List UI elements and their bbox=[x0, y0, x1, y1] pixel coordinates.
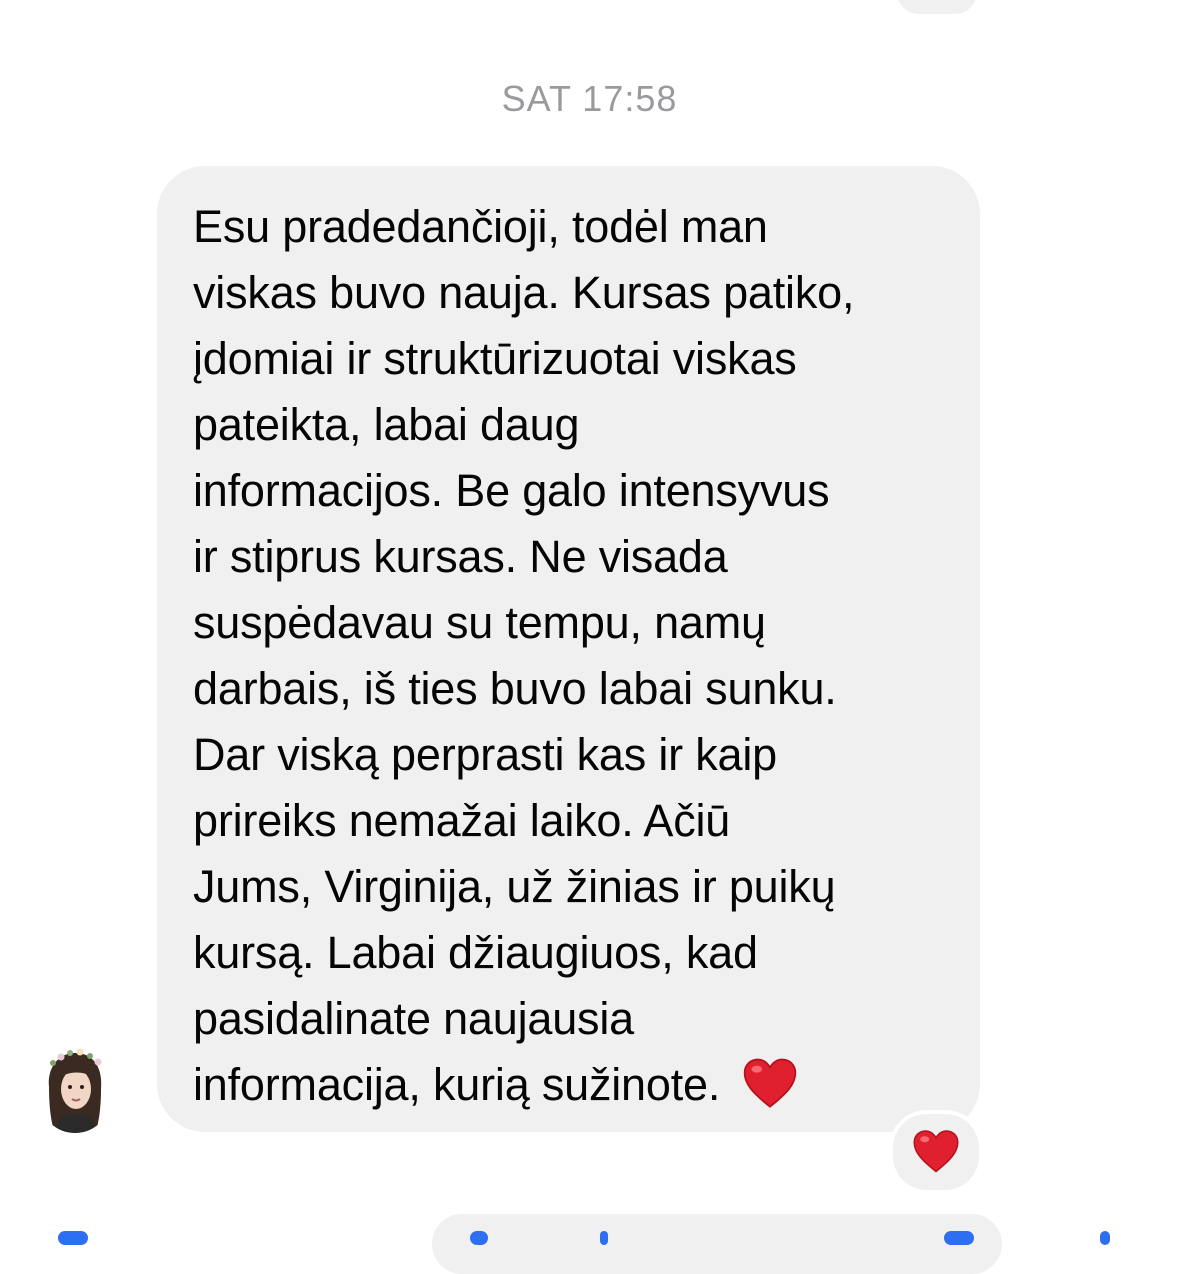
red-heart-icon bbox=[743, 1058, 797, 1108]
sender-avatar[interactable] bbox=[39, 1047, 111, 1133]
next-message-fragment bbox=[1100, 1231, 1110, 1245]
red-heart-icon bbox=[913, 1130, 959, 1173]
avatar-image bbox=[39, 1047, 111, 1133]
message-line: pasidalinate naujausia bbox=[193, 993, 634, 1044]
next-message-fragment bbox=[600, 1231, 608, 1245]
message-line: Dar viską perprasti kas ir kaip bbox=[193, 729, 777, 780]
message-line: suspėdavau su tempu, namų bbox=[193, 597, 766, 648]
next-message-fragment bbox=[470, 1231, 488, 1245]
message-timestamp: SAT 17:58 bbox=[501, 78, 678, 119]
message-line: prireiks nemažai laiko. Ačiū bbox=[193, 795, 731, 846]
message-bubble[interactable]: Esu pradedančioji, todėl man viskas buvo… bbox=[157, 166, 980, 1132]
message-line: įdomiai ir struktūrizuotai viskas bbox=[193, 333, 797, 384]
message-line: viskas buvo nauja. Kursas patiko, bbox=[193, 267, 855, 318]
message-line: darbais, iš ties buvo labai sunku. bbox=[193, 663, 837, 714]
next-message-bubble[interactable] bbox=[432, 1214, 1002, 1274]
message-line: informacija, kurią sužinote. bbox=[193, 1059, 721, 1110]
next-message-fragment bbox=[944, 1231, 974, 1245]
next-message-fragment bbox=[58, 1231, 88, 1245]
previous-message-reaction[interactable] bbox=[893, 0, 981, 18]
message-last-line: informacija, kurią sužinote. bbox=[193, 1052, 950, 1118]
message-line: pateikta, labai daug bbox=[193, 399, 580, 450]
message-line: kursą. Labai džiaugiuos, kad bbox=[193, 927, 758, 978]
message-reaction[interactable] bbox=[889, 1110, 983, 1194]
message-line: Jums, Virginija, už žinias ir puikų bbox=[193, 861, 836, 912]
message-line: informacijos. Be galo intensyvus bbox=[193, 465, 830, 516]
message-line: ir stiprus kursas. Ne visada bbox=[193, 531, 728, 582]
message-line: Esu pradedančioji, todėl man bbox=[193, 201, 768, 252]
